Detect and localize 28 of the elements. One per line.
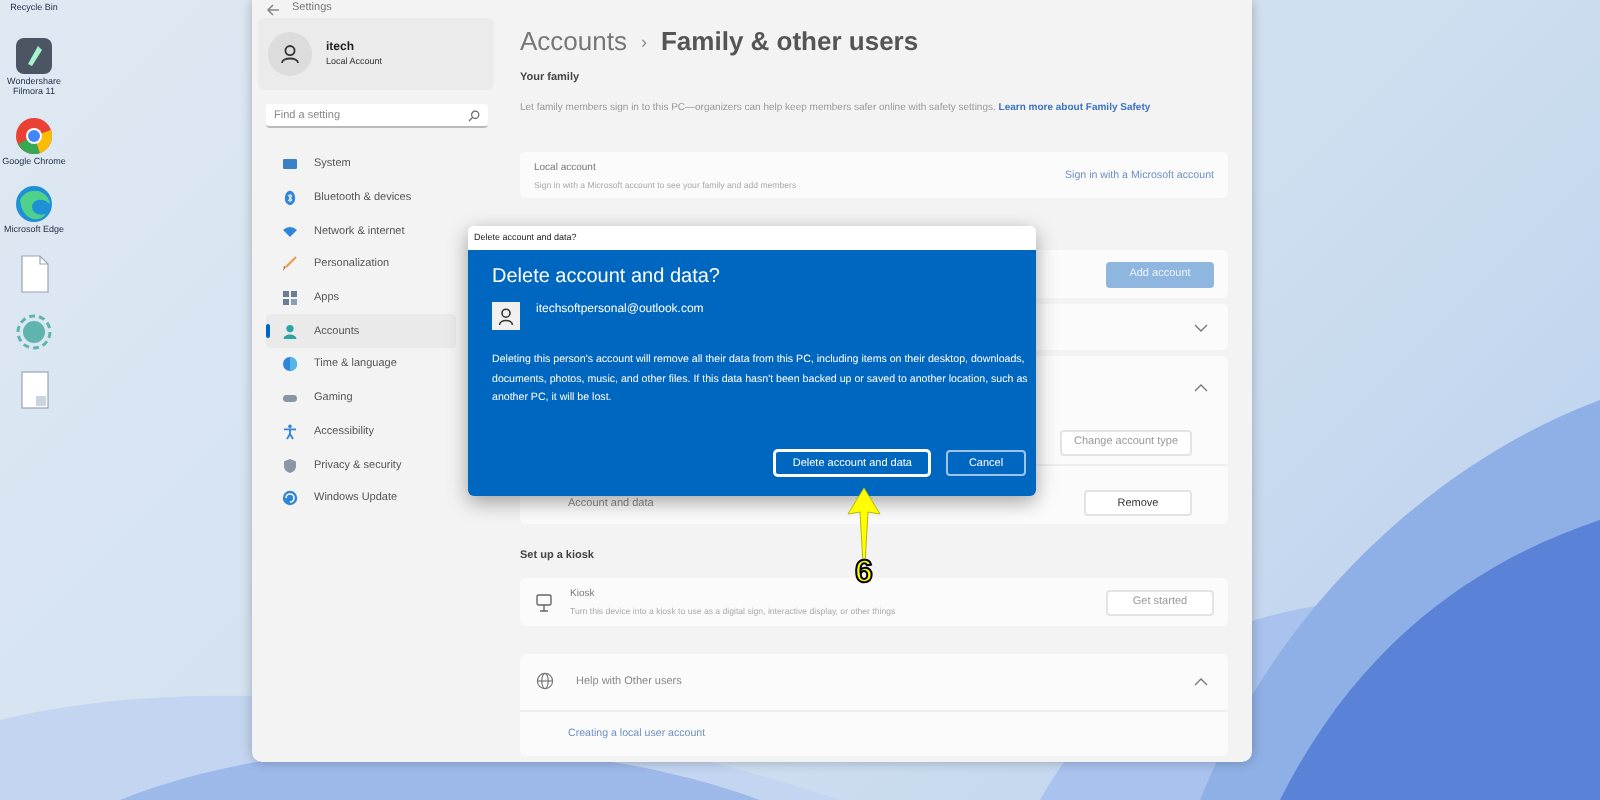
kiosk-stand-icon — [536, 593, 552, 612]
bluetooth-icon — [282, 190, 298, 207]
chevron-down-icon[interactable] — [1194, 323, 1208, 332]
chevron-up-icon[interactable] — [1194, 677, 1208, 686]
search-icon — [468, 110, 480, 122]
accessibility-person-icon — [282, 423, 298, 440]
breadcrumb-link[interactable]: Accounts — [520, 26, 627, 57]
update-icon — [282, 490, 298, 507]
shield-icon — [282, 457, 298, 474]
breadcrumb-separator: › — [640, 31, 647, 52]
chrome-icon[interactable] — [14, 115, 54, 155]
brush-icon — [282, 256, 298, 273]
edge-icon[interactable] — [14, 184, 54, 224]
person-icon — [280, 44, 300, 64]
dialog-heading: Delete account and data? — [492, 264, 722, 290]
page-title: Family & other users — [660, 26, 919, 57]
filmora-app-icon[interactable] — [14, 35, 54, 75]
apps-grid-icon — [282, 290, 298, 307]
person-icon — [498, 307, 514, 325]
back-arrow-icon[interactable] — [266, 3, 280, 15]
wifi-icon — [282, 223, 298, 240]
globe-icon — [536, 672, 554, 691]
step-number: 6 — [855, 558, 873, 588]
globe-clock-icon — [282, 356, 298, 373]
person-icon — [282, 323, 298, 340]
controller-icon — [282, 390, 298, 407]
chevron-up-icon[interactable] — [1194, 384, 1208, 393]
monitor-icon — [282, 156, 298, 173]
